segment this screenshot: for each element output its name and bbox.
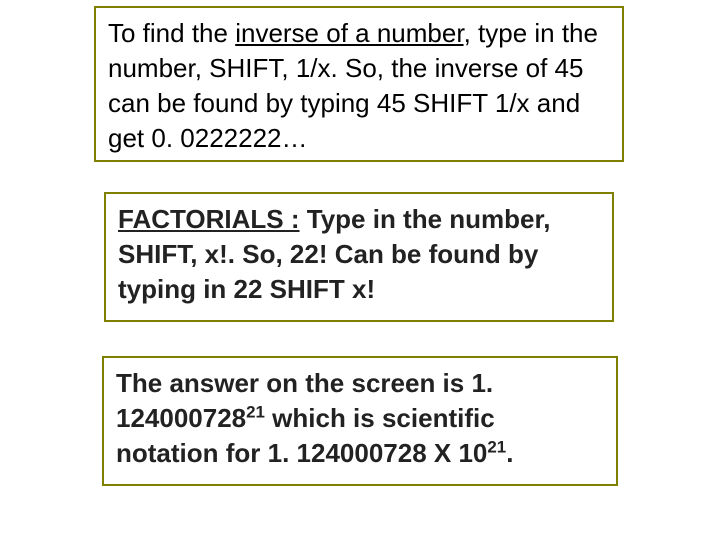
paragraph-factorials: FACTORIALS : Type in the number, SHIFT, … [104, 192, 614, 322]
text-run: . [506, 438, 513, 468]
slide: To find the inverse of a number, type in… [0, 0, 720, 540]
exponent: 21 [487, 438, 506, 457]
text-run: To find the [108, 18, 235, 48]
paragraph-answer: The answer on the screen is 1. 124000728… [102, 356, 618, 486]
text-run-underlined: inverse of a number [235, 18, 463, 48]
paragraph-inverse: To find the inverse of a number, type in… [94, 6, 624, 162]
exponent: 21 [246, 402, 265, 421]
text-run-underlined: FACTORIALS : [118, 204, 300, 234]
